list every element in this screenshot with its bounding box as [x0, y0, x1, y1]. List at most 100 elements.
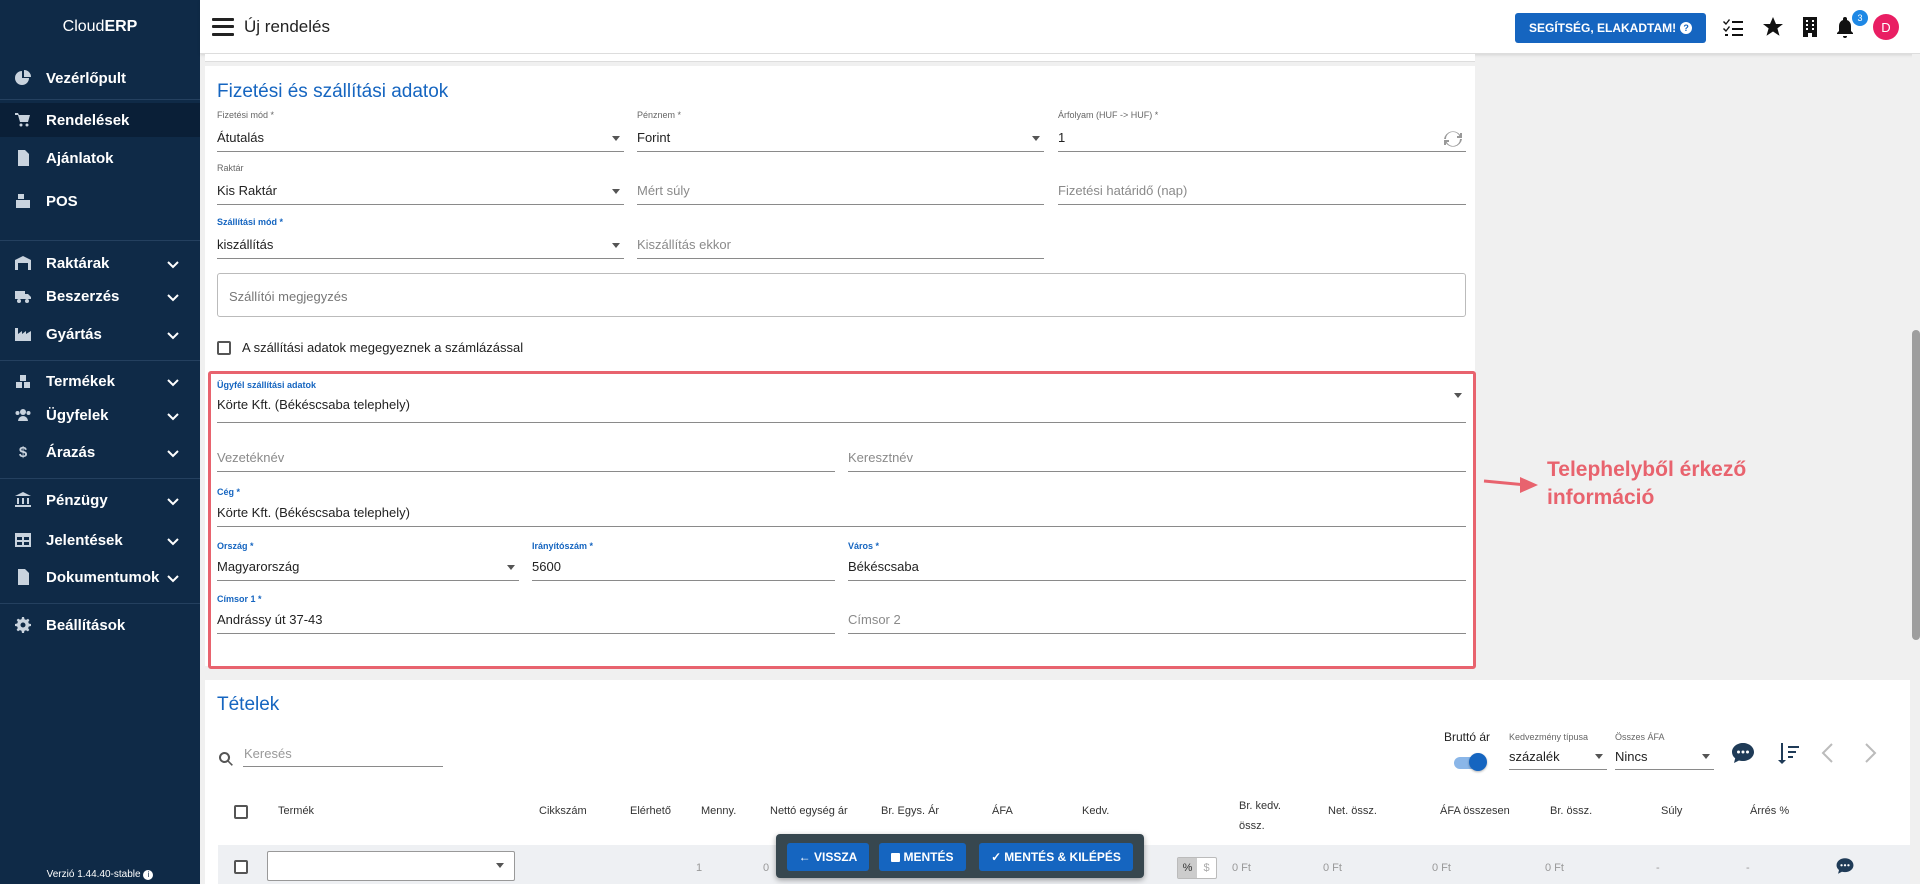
gross-price-label: Bruttó ár [1444, 730, 1491, 744]
gross-total-cell: 0 Ft [1545, 862, 1564, 874]
warehouse-select[interactable]: Raktár Kis Raktár [217, 163, 624, 205]
sidebar-item-label: Beállítások [46, 616, 126, 634]
sidebar-item-pos[interactable]: POS [0, 184, 200, 218]
sidebar-item-orders[interactable]: Rendelések [0, 103, 200, 137]
column-header[interactable]: Cikkszám [539, 805, 587, 817]
building-icon[interactable] [1799, 16, 1821, 38]
margin-cell: - [1746, 862, 1750, 874]
shipper-note-field[interactable]: Szállítói megjegyzés [217, 273, 1466, 317]
caret-down-icon [612, 243, 620, 248]
info-icon[interactable]: i [143, 870, 154, 880]
sidebar-item-label: POS [46, 192, 78, 210]
divider [0, 360, 200, 361]
avatar[interactable]: D [1873, 14, 1899, 40]
column-header[interactable]: Termék [278, 805, 314, 817]
comment-icon[interactable] [1730, 740, 1756, 766]
measured-weight-field[interactable]: Mért súly [637, 163, 1044, 205]
app-logo[interactable]: Cloud ERP [0, 0, 200, 54]
sidebar-item-customers[interactable]: Ügyfelek [0, 398, 200, 432]
amount-option[interactable]: $ [1197, 858, 1216, 878]
sidebar-item-production[interactable]: Gyártás [0, 317, 200, 351]
column-header[interactable]: Kedv. [1082, 805, 1109, 817]
delivery-date-field[interactable]: Kiszállítás ekkor [637, 217, 1044, 259]
chevron-down-icon [166, 290, 180, 304]
section-title-items: Tételek [217, 694, 280, 715]
divider [0, 603, 200, 604]
discount-mode-toggle[interactable]: % $ [1177, 857, 1217, 879]
annotation-highlight-box [208, 371, 1476, 669]
star-icon[interactable] [1762, 16, 1784, 38]
column-header[interactable]: Net. össz. [1328, 805, 1377, 817]
boxes-icon [14, 372, 32, 390]
column-header[interactable]: Br. össz. [1550, 805, 1592, 817]
currency-select[interactable]: Pénznem * Forint [637, 110, 1044, 152]
column-header[interactable]: Elérhető [630, 805, 671, 817]
column-header[interactable]: Menny. [701, 805, 736, 817]
same-as-billing-checkbox[interactable]: A szállítási adatok megegyeznek a számlá… [217, 340, 523, 355]
save-and-exit-button[interactable]: ✓ MENTÉS & KILÉPÉS [979, 843, 1133, 871]
discount-type-select[interactable]: Kedvezmény típusa százalék [1509, 732, 1607, 770]
sidebar-item-finance[interactable]: Pénzügy [0, 483, 200, 517]
notification-badge: 3 [1852, 10, 1868, 26]
row-comment-icon[interactable] [1835, 856, 1855, 876]
sidebar-item-label: Vezérlőpult [46, 69, 127, 87]
caret-down-icon [612, 136, 620, 141]
truck-icon [14, 287, 32, 305]
chevron-left-icon[interactable] [1816, 740, 1842, 766]
dollar-icon: $ [18, 443, 28, 461]
row-checkbox[interactable] [234, 860, 248, 874]
scrollbar-thumb[interactable] [1912, 330, 1920, 640]
sidebar-item-settings[interactable]: Beállítások [0, 608, 200, 642]
caret-down-icon [496, 863, 504, 868]
net-unit-price-cell[interactable]: 0 [763, 862, 769, 874]
sidebar-item-pricing[interactable]: $ Árazás [0, 435, 200, 469]
total-vat-select[interactable]: Összes ÁFA Nincs [1615, 732, 1714, 770]
sidebar-item-offers[interactable]: Ajánlatok [0, 141, 200, 175]
payment-deadline-field[interactable]: Fizetési határidő (nap) [1058, 163, 1466, 205]
chevron-down-icon [166, 375, 180, 389]
exchange-rate-field[interactable]: Árfolyam (HUF -> HUF) * 1 [1058, 110, 1466, 152]
sidebar-item-warehouses[interactable]: Raktárak [0, 246, 200, 280]
quantity-cell[interactable]: 1 [696, 862, 702, 874]
warehouse-icon [14, 254, 32, 272]
menu-icon[interactable] [212, 17, 234, 36]
sidebar-item-documents[interactable]: Dokumentumok [0, 560, 200, 594]
sort-icon[interactable] [1775, 740, 1801, 766]
divider [0, 99, 200, 100]
chevron-right-icon[interactable] [1856, 740, 1882, 766]
section-title-payment: Fizetési és szállítási adatok [217, 81, 449, 102]
product-select[interactable] [267, 851, 515, 881]
chevron-down-icon [166, 328, 180, 342]
column-header[interactable]: Br. kedv. össz. [1239, 796, 1281, 836]
percent-option[interactable]: % [1178, 858, 1197, 878]
help-button[interactable]: SEGÍTSÉG, ELAKADTAM!? [1515, 13, 1707, 43]
column-header[interactable]: ÁFA [992, 805, 1013, 817]
sidebar-item-dashboard[interactable]: Vezérlőpult [0, 61, 200, 95]
items-search-input[interactable]: Keresés [243, 741, 443, 767]
gross-price-toggle-knob[interactable] [1469, 753, 1487, 771]
column-header[interactable]: Br. Egys. Ár [881, 805, 939, 817]
payment-method-select[interactable]: Fizetési mód * Átutalás [217, 110, 624, 152]
column-header[interactable]: Árrés % [1750, 805, 1789, 817]
refresh-icon[interactable] [1444, 130, 1462, 148]
column-header[interactable]: ÁFA összesen [1440, 805, 1510, 817]
checklist-icon[interactable] [1722, 16, 1744, 38]
sidebar-item-label: Ajánlatok [46, 149, 114, 167]
back-button[interactable]: ← VISSZA [787, 843, 869, 871]
version-label: Verzió 1.44.40-stable i [0, 869, 200, 880]
sidebar-item-label: Pénzügy [46, 491, 108, 509]
sidebar-item-products[interactable]: Termékek [0, 364, 200, 398]
gross-discounted-total-cell: 0 Ft [1232, 862, 1251, 874]
checkbox[interactable] [217, 340, 231, 355]
column-header[interactable]: Súly [1661, 805, 1682, 817]
search-icon [218, 751, 234, 767]
chevron-down-icon [166, 409, 180, 423]
chevron-down-icon [166, 494, 180, 508]
select-all-checkbox[interactable] [234, 805, 248, 819]
shipping-method-select[interactable]: Szállítási mód * kiszállítás [217, 217, 624, 259]
sidebar-item-reports[interactable]: Jelentések [0, 523, 200, 557]
sidebar-item-purchasing[interactable]: Beszerzés [0, 279, 200, 313]
sidebar-item-label: Dokumentumok [46, 568, 160, 586]
column-header[interactable]: Nettó egység ár [770, 805, 848, 817]
save-button[interactable]: MENTÉS [879, 843, 966, 871]
